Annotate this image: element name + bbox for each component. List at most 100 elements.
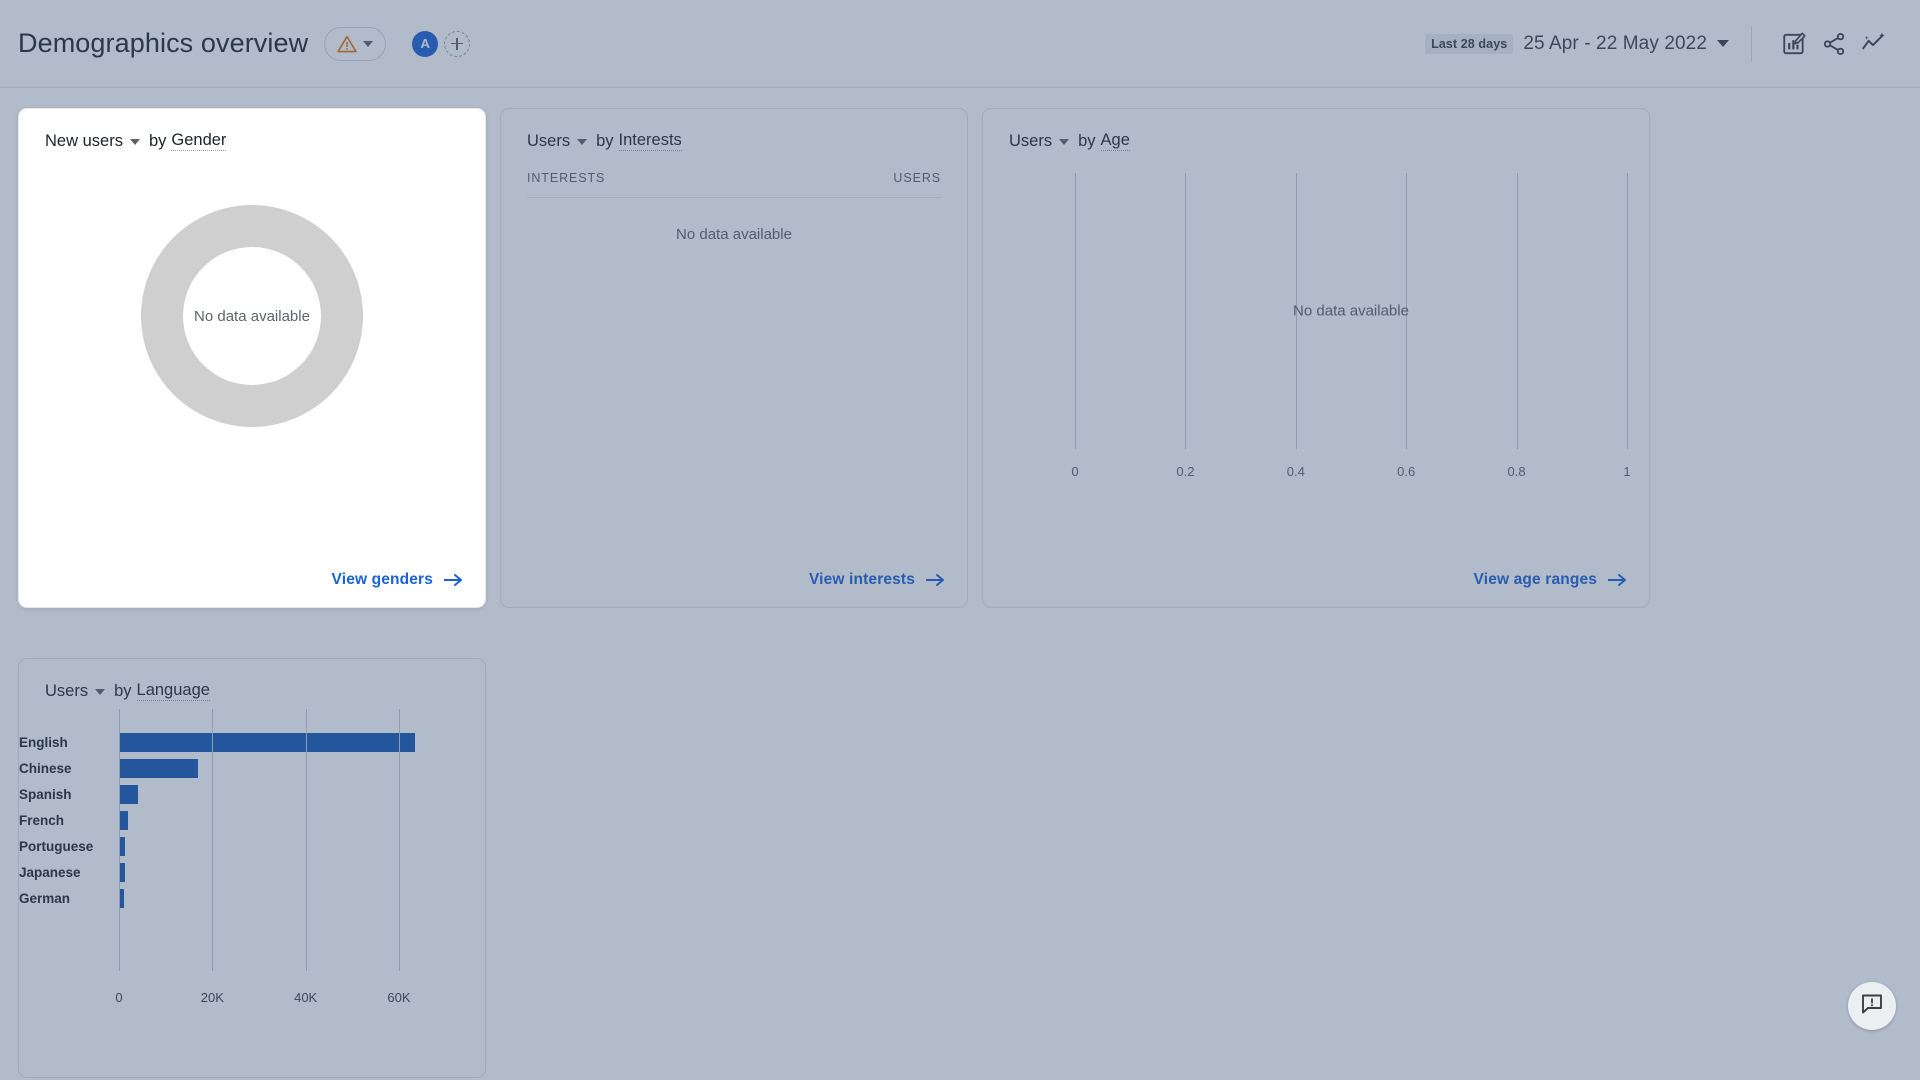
age-plot-area: No data available 00.20.40.60.81 [1075,173,1627,449]
language-bars [119,729,455,911]
age-bar-chart: No data available 00.20.40.60.81 [983,165,1649,495]
date-range-value[interactable]: 25 Apr - 22 May 2022 [1523,33,1707,55]
language-bar[interactable] [119,811,128,830]
language-gridline [399,709,400,971]
language-gridline [212,709,213,971]
language-label: German [19,885,111,911]
gender-metric-selector[interactable]: New users [45,132,123,151]
dashboard-content: New users by Gender No data available Vi… [0,88,1920,1080]
card-users-by-language[interactable]: Users by Language EnglishChineseSpanishF… [18,658,486,1078]
card-interests-header: Users by Interests INTERESTS USERS No da… [501,109,967,243]
chevron-down-icon [363,41,373,47]
edit-comparison-icon[interactable] [1774,24,1814,64]
language-bar-row[interactable] [119,859,455,885]
card-language-title: Users by Language [45,681,459,701]
language-bar[interactable] [119,733,415,752]
language-x-tick-label: 40K [294,990,317,1005]
users-column-header: USERS [893,171,941,185]
age-dimension-selector[interactable]: Age [1101,131,1130,151]
page-title: Demographics overview [18,28,308,59]
warning-triangle-icon [337,35,357,53]
language-bar-row[interactable] [119,755,455,781]
app-header: Demographics overview A Last 28 days 25 … [0,0,1920,88]
language-bar[interactable] [119,785,138,804]
age-metric-selector[interactable]: Users [1009,132,1052,151]
language-bar-row[interactable] [119,833,455,859]
card-new-users-by-gender[interactable]: New users by Gender No data available Vi… [18,108,486,608]
language-bar-row[interactable] [119,807,455,833]
interests-column-header: INTERESTS [527,171,605,185]
insights-icon[interactable] [1854,24,1894,64]
chevron-down-icon[interactable] [130,139,140,145]
language-gridline [119,709,120,971]
chevron-down-icon[interactable] [577,139,587,145]
arrow-right-icon [1607,573,1627,587]
add-user-icon[interactable] [444,31,470,57]
view-interests-link[interactable]: View interests [809,571,945,589]
card-gender-title: New users by Gender [45,131,459,151]
age-empty-text: No data available [1293,303,1409,320]
view-age-ranges-label: View age ranges [1474,571,1597,589]
language-bar-chart: EnglishChineseSpanishFrenchPortugueseJap… [19,723,485,1023]
card-interests-title: Users by Interests [527,131,941,151]
language-label: English [19,729,111,755]
collaborator-group: A [412,31,470,57]
view-interests-label: View interests [809,571,915,589]
feedback-icon [1860,992,1884,1021]
language-label: Spanish [19,781,111,807]
interests-by-label: by [596,132,613,151]
card-gender-header: New users by Gender [19,109,485,151]
view-genders-link[interactable]: View genders [332,571,463,589]
language-x-tick-label: 0 [115,990,122,1005]
arrow-right-icon [443,573,463,587]
view-age-ranges-link[interactable]: View age ranges [1474,571,1627,589]
gender-by-label: by [149,132,166,151]
feedback-button[interactable] [1848,982,1896,1030]
interests-dimension-selector[interactable]: Interests [619,131,682,151]
card-users-by-interests[interactable]: Users by Interests INTERESTS USERS No da… [500,108,968,608]
share-icon[interactable] [1814,24,1854,64]
date-range-badge: Last 28 days [1425,34,1513,54]
header-divider [1751,26,1752,62]
language-bar-row[interactable] [119,781,455,807]
avatar[interactable]: A [412,31,438,57]
data-warning-chip[interactable] [324,27,386,61]
language-category-labels: EnglishChineseSpanishFrenchPortugueseJap… [19,729,111,911]
view-genders-label: View genders [332,571,433,589]
age-gridline [1627,173,1628,449]
card-row-bottom: Users by Language EnglishChineseSpanishF… [0,658,1920,1078]
age-x-tick-label: 1 [1623,464,1630,479]
interests-metric-selector[interactable]: Users [527,132,570,151]
gender-dimension-selector[interactable]: Gender [171,131,226,151]
language-label: Chinese [19,755,111,781]
age-x-tick-label: 0.8 [1508,464,1526,479]
language-gridline [306,709,307,971]
gender-empty-text: No data available [194,308,310,325]
header-left-group: Demographics overview A [18,27,470,61]
language-label: French [19,807,111,833]
age-by-label: by [1078,132,1095,151]
language-metric-selector[interactable]: Users [45,682,88,701]
language-bar-row[interactable] [119,729,455,755]
age-x-tick-label: 0.2 [1176,464,1194,479]
interests-table-header: INTERESTS USERS [527,151,941,198]
chevron-down-icon[interactable] [1717,40,1729,47]
language-plot-area: 020K40K60K [119,723,455,971]
age-gridline [1185,173,1186,449]
language-by-label: by [114,682,131,701]
card-users-by-age[interactable]: Users by Age No data available 00.20.40.… [982,108,1650,608]
chevron-down-icon[interactable] [1059,139,1069,145]
arrow-right-icon [925,573,945,587]
age-x-tick-label: 0.6 [1397,464,1415,479]
age-x-tick-label: 0.4 [1287,464,1305,479]
language-x-tick-label: 20K [201,990,224,1005]
language-dimension-selector[interactable]: Language [137,681,210,701]
age-gridline [1517,173,1518,449]
language-label: Portuguese [19,833,111,859]
card-age-header: Users by Age [983,109,1649,151]
language-bar[interactable] [119,759,198,778]
gender-donut-chart: No data available [19,151,485,481]
interests-empty-text: No data available [527,198,941,243]
chevron-down-icon[interactable] [95,689,105,695]
language-bar-row[interactable] [119,885,455,911]
